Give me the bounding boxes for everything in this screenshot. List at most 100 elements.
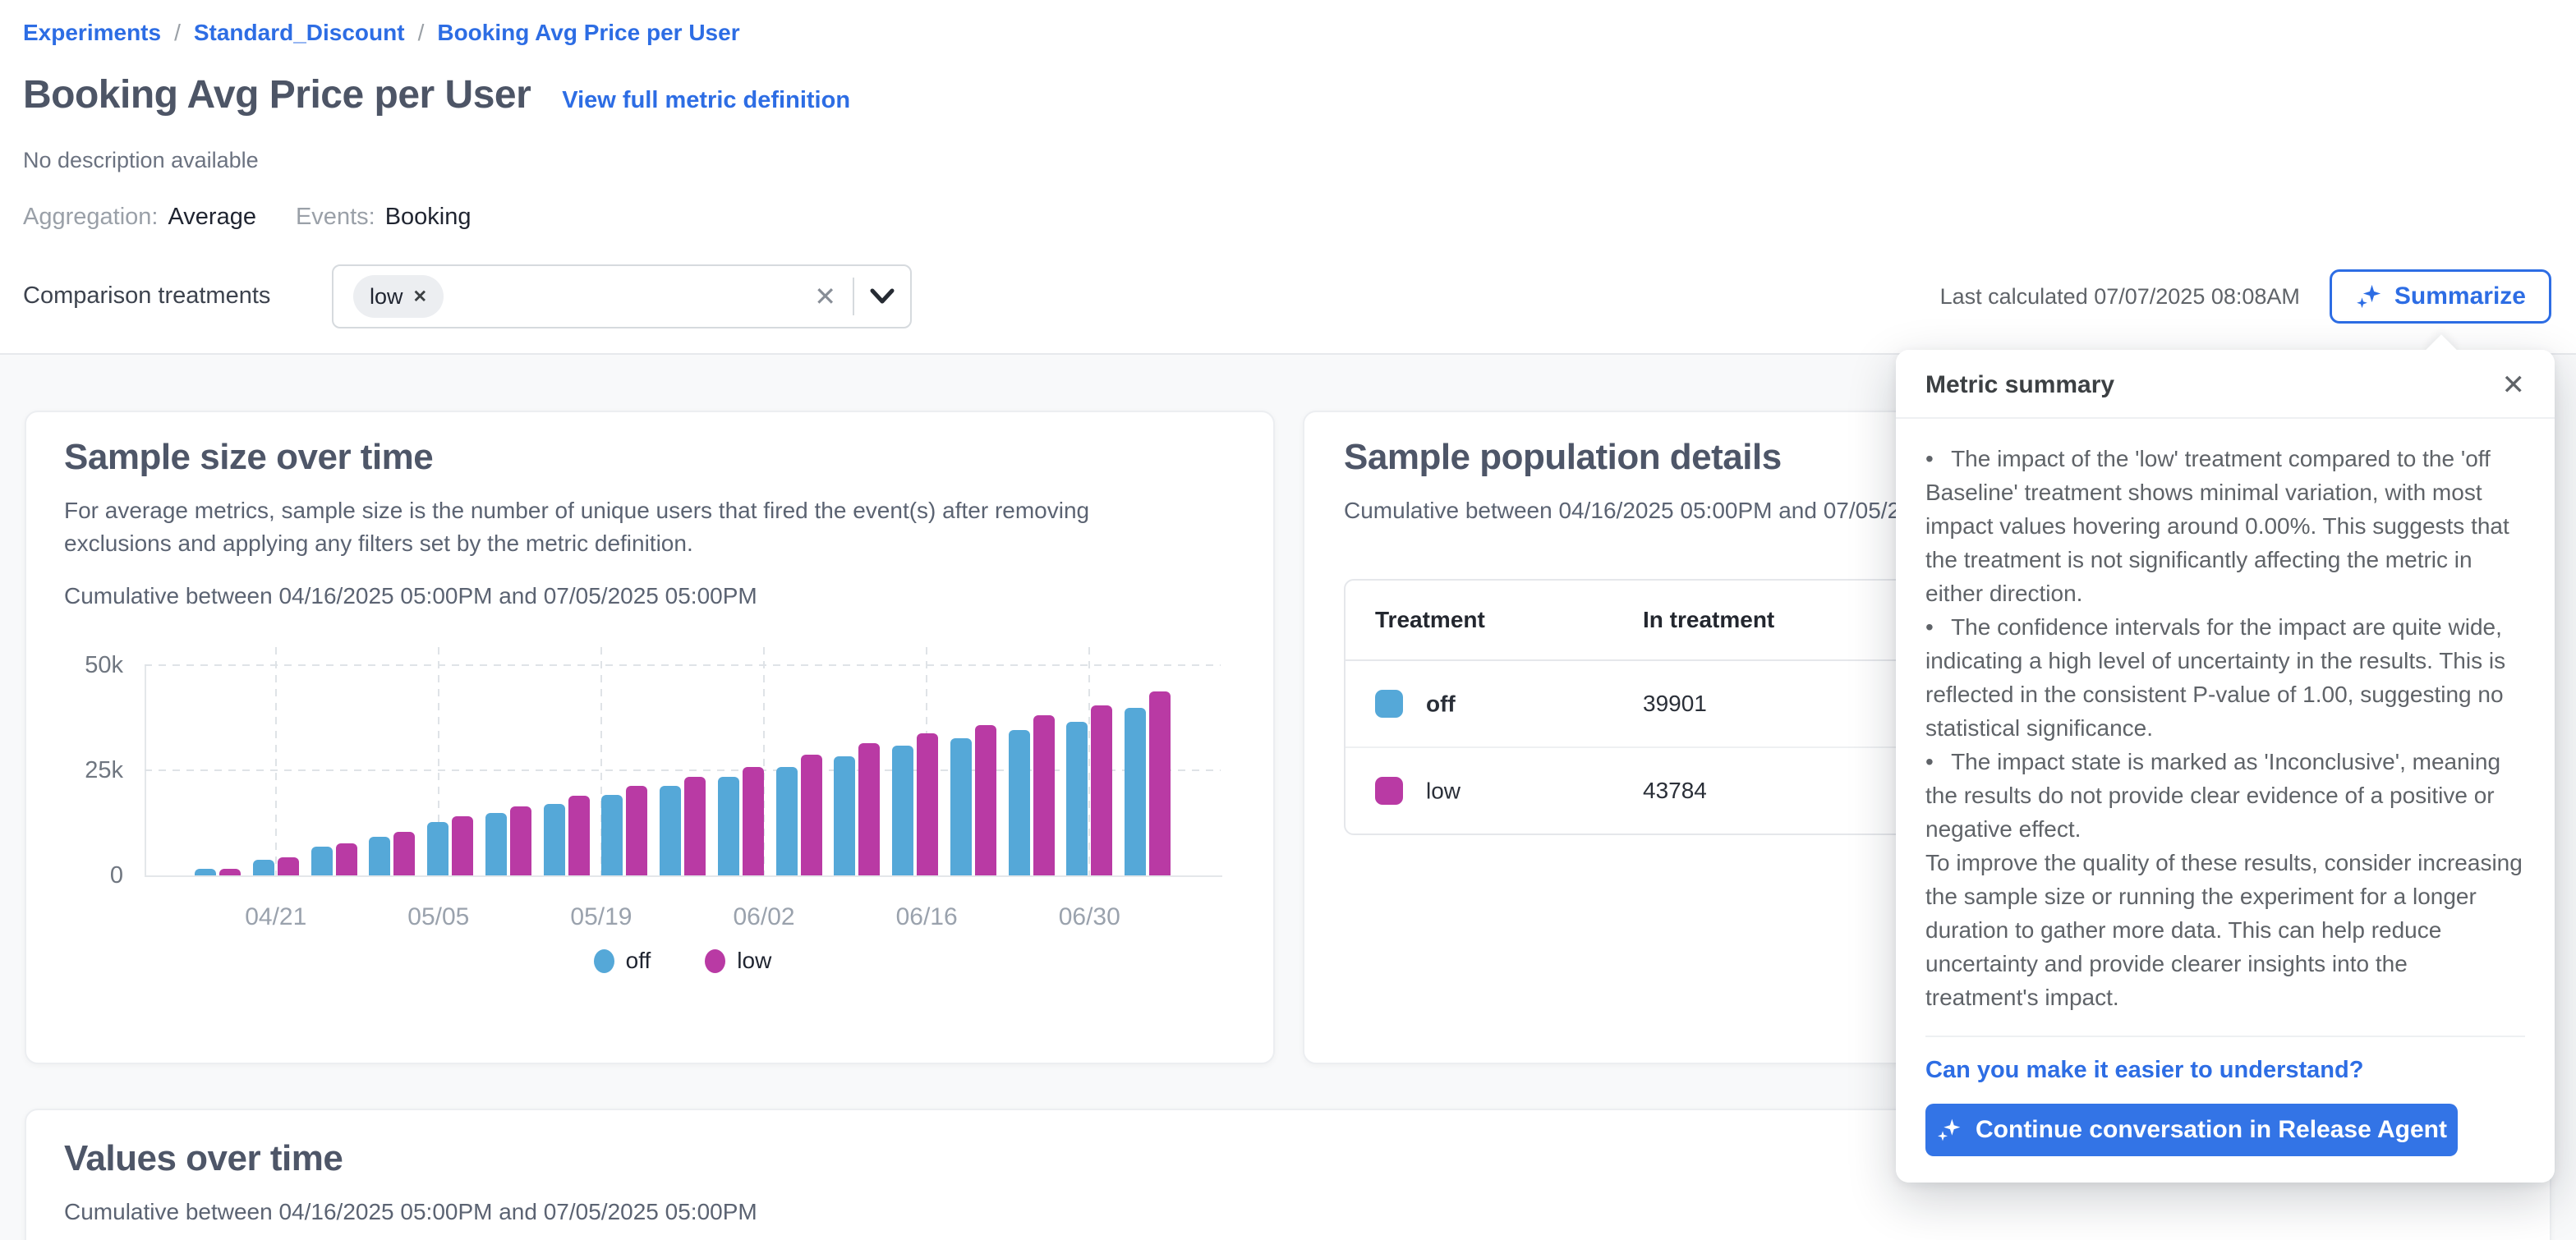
legend-label: low: [737, 948, 771, 974]
chart-bar-off: [601, 795, 623, 875]
chart-bar-low: [858, 743, 880, 875]
sample-size-card: Sample size over time For average metric…: [25, 411, 1275, 1064]
treatment-chips: low✕: [353, 275, 814, 318]
metric-description: No description available: [23, 148, 259, 173]
sample-size-chart: offlow 025k50k04/2105/0505/1906/0206/160…: [26, 412, 1276, 1066]
chart-bar-off: [950, 738, 972, 875]
metric-definition-link[interactable]: View full metric definition: [562, 87, 850, 114]
v-gridline: [1088, 647, 1090, 875]
chart-bar-low: [743, 767, 764, 875]
chart-bar-off: [253, 860, 274, 875]
easier-to-understand-link[interactable]: Can you make it easier to understand?: [1925, 1057, 2525, 1084]
chip-remove-icon[interactable]: ✕: [413, 287, 428, 307]
chart-bar-off: [311, 847, 333, 875]
chart-bar-low: [684, 777, 706, 875]
h-gridline: [145, 664, 1221, 666]
treatment-chip[interactable]: low✕: [353, 275, 444, 318]
h-gridline: [145, 769, 1221, 771]
chart-bar-low: [1091, 705, 1112, 875]
summary-paragraph: To improve the quality of these results,…: [1925, 846, 2525, 1014]
metric-summary-popover: Metric summary ✕ • The impact of the 'lo…: [1896, 350, 2555, 1183]
legend-dot: [594, 949, 614, 973]
x-axis-label: 05/19: [544, 903, 659, 931]
toolbar-right: Last calculated 07/07/2025 08:08AM Summa…: [1940, 269, 2551, 324]
chart-bar-off: [660, 786, 681, 875]
chart-bar-low: [393, 832, 415, 875]
x-axis-label: 04/21: [218, 903, 334, 931]
clear-selection-icon[interactable]: ✕: [814, 281, 836, 312]
treatment-color-swatch: [1375, 690, 1403, 718]
chart-bar-low: [568, 796, 590, 875]
values-cumulative: Cumulative between 04/16/2025 05:00PM an…: [64, 1196, 757, 1229]
title-row: Booking Avg Price per User View full met…: [23, 72, 850, 117]
chart-bar-off: [369, 837, 390, 875]
sparkle-icon: [1936, 1117, 1962, 1143]
chart-bar-off: [195, 869, 216, 875]
x-axis-label: 06/02: [706, 903, 821, 931]
chevron-down-icon[interactable]: [869, 288, 895, 305]
chart-bar-low: [336, 843, 357, 875]
v-gridline: [275, 647, 277, 875]
aggregation-value: Average: [168, 204, 256, 231]
y-axis-label: 0: [44, 862, 123, 889]
chart-bar-low: [278, 857, 299, 875]
chart-bar-low: [975, 725, 996, 875]
page-title: Booking Avg Price per User: [23, 72, 531, 117]
chart-plot-area: [145, 665, 1222, 877]
chart-bar-off: [427, 822, 448, 875]
chart-bar-low: [801, 755, 822, 875]
chart-bar-low: [452, 816, 473, 875]
breadcrumb-item[interactable]: Experiments: [23, 20, 161, 46]
chart-bar-low: [510, 806, 531, 875]
legend-dot: [705, 949, 725, 973]
chart-bar-low: [1033, 715, 1055, 875]
summary-bullet: • The confidence intervals for the impac…: [1925, 610, 2525, 745]
chart-bar-off: [1066, 722, 1088, 875]
table-header: In treatment: [1613, 581, 1906, 661]
select-divider: [853, 278, 854, 315]
comparison-treatments-label: Comparison treatments: [23, 282, 270, 310]
x-axis-label: 05/05: [381, 903, 496, 931]
chart-bar-off: [892, 746, 913, 875]
summary-bullet: • The impact of the 'low' treatment comp…: [1925, 442, 2525, 610]
metric-detail-page: Experiments / Standard_Discount / Booking Av…: [0, 0, 2576, 1240]
aggregation-label: Aggregation:: [23, 204, 158, 231]
chart-bar-off: [485, 813, 507, 875]
values-title: Values over time: [64, 1138, 343, 1179]
continue-conversation-button[interactable]: Continue conversation in Release Agent: [1925, 1104, 2458, 1156]
summarize-label: Summarize: [2394, 282, 2526, 310]
y-axis-label: 50k: [44, 652, 123, 679]
table-header: Treatment: [1346, 581, 1613, 661]
aggregation-row: Aggregation: Average Events: Booking: [23, 204, 472, 231]
breadcrumb-separator: /: [174, 20, 181, 46]
breadcrumb-item[interactable]: Booking Avg Price per User: [437, 20, 739, 46]
treatment-name: off: [1426, 691, 1456, 716]
last-calculated-text: Last calculated 07/07/2025 08:08AM: [1940, 284, 2300, 310]
chart-bar-off: [544, 804, 565, 875]
chart-bar-low: [1149, 691, 1171, 875]
events-value: Booking: [385, 204, 472, 231]
breadcrumb-item[interactable]: Standard_Discount: [194, 20, 405, 46]
breadcrumb: Experiments / Standard_Discount / Booking Av…: [23, 20, 740, 46]
breadcrumb-separator: /: [418, 20, 425, 46]
continue-conversation-label: Continue conversation in Release Agent: [1976, 1116, 2447, 1144]
in-treatment-value: 39901: [1613, 661, 1906, 748]
chart-bar-off: [1009, 730, 1030, 875]
y-axis-label: 25k: [44, 757, 123, 784]
close-icon[interactable]: ✕: [2502, 371, 2526, 399]
in-treatment-value: 43784: [1613, 748, 1906, 834]
chart-bar-low: [626, 786, 647, 875]
chart-bar-low: [917, 733, 938, 875]
summarize-button[interactable]: Summarize: [2330, 269, 2551, 324]
chart-bar-off: [718, 777, 739, 875]
popover-body: • The impact of the 'low' treatment comp…: [1896, 419, 2555, 1014]
chart-bar-low: [219, 869, 241, 875]
popover-header: Metric summary ✕: [1896, 350, 2555, 419]
sparkle-icon: [2355, 282, 2383, 310]
popover-divider: [1925, 1036, 2525, 1037]
chart-bar-off: [834, 756, 855, 875]
comparison-treatments-select[interactable]: low✕ ✕: [332, 264, 912, 328]
events-label: Events:: [296, 204, 375, 231]
treatment-color-swatch: [1375, 777, 1403, 805]
chart-bar-off: [1125, 708, 1146, 875]
